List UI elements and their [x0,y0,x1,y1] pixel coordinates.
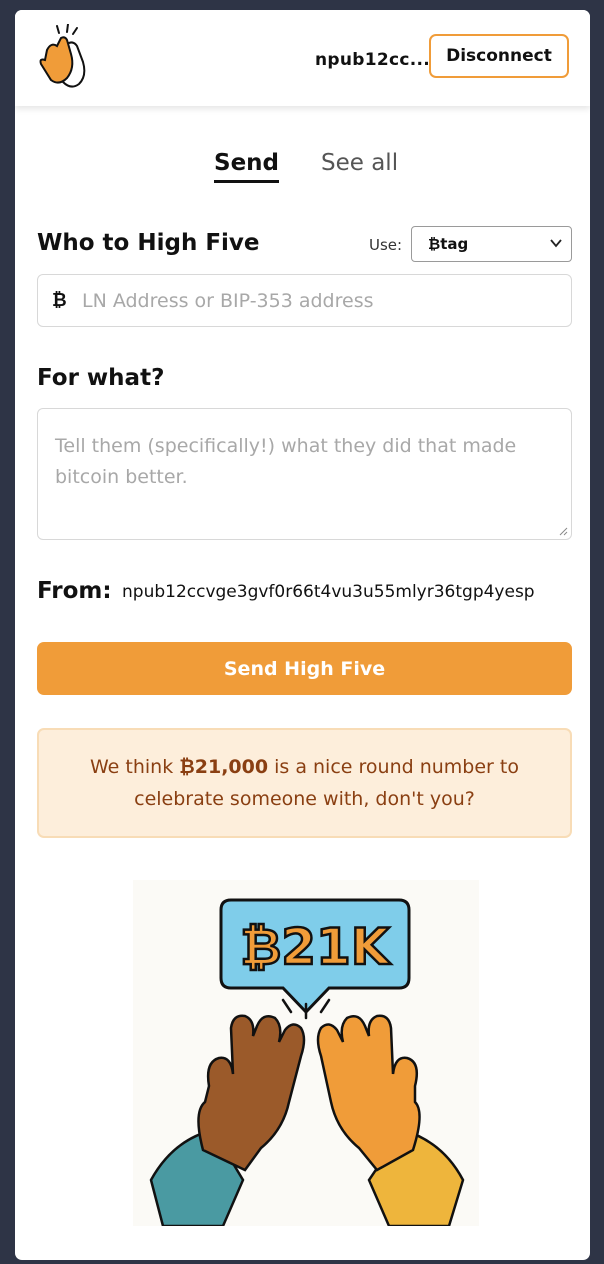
high-five-logo-icon[interactable] [37,24,95,90]
top-bar: npub12cc... Disconnect [15,10,590,106]
notice-amount: ₿21,000 [179,756,269,778]
recipient-address-placeholder: LN Address or BIP-353 address [82,290,374,312]
chevron-down-icon [550,239,562,248]
from-npub-value: npub12ccvge3gvf0r66t4vu3u55mlyr36tgp4yes… [122,582,535,602]
resize-grip-icon[interactable] [558,526,568,536]
round-number-notice: We think ₿21,000 is a nice round number … [37,728,572,838]
from-label: From: [37,578,112,604]
bitcoin-icon: ₿ [52,290,67,311]
high-five-21k-illustration: ₿21K [133,880,479,1226]
app-window: npub12cc... Disconnect Send See all Who … [15,10,590,1260]
reason-textarea[interactable]: Tell them (specifically!) what they did … [37,408,572,540]
tab-see-all[interactable]: See all [321,150,398,176]
recipient-heading: Who to High Five [37,230,260,256]
address-type-value: ₿tag [428,235,469,253]
npub-short-label: npub12cc... [315,50,431,70]
notice-text-before: We think [90,756,180,778]
tab-bar: Send See all [15,150,590,200]
reason-placeholder: Tell them (specifically!) what they did … [55,435,517,488]
tab-send[interactable]: Send [214,150,280,183]
recipient-address-input[interactable]: ₿ LN Address or BIP-353 address [37,274,572,327]
send-high-five-button[interactable]: Send High Five [37,642,572,695]
bubble-21k-label: ₿21K [240,918,391,976]
reason-heading: For what? [37,365,165,391]
use-label: Use: [369,236,403,254]
disconnect-button[interactable]: Disconnect [429,34,569,78]
address-type-select[interactable]: ₿tag [411,226,572,262]
